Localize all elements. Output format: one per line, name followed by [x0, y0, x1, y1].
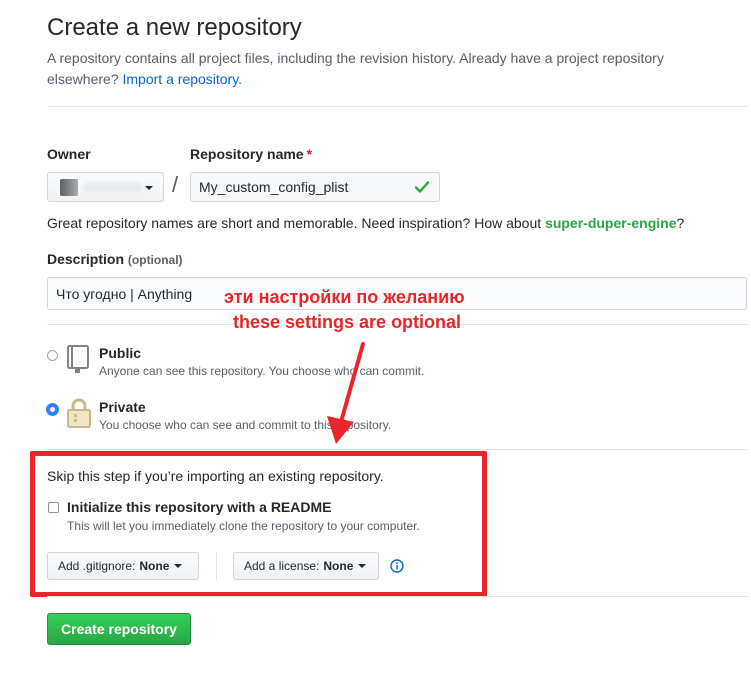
- public-radio[interactable]: [47, 350, 58, 361]
- repo-book-icon: [67, 345, 89, 373]
- hint-text: Great repository names are short and mem…: [47, 215, 542, 231]
- import-repository-link[interactable]: Import a repository.: [123, 71, 243, 87]
- repo-name-label-text: Repository name: [190, 146, 304, 162]
- owner-select[interactable]: [47, 172, 164, 202]
- required-mark: *: [306, 146, 313, 162]
- optional-settings-highlight: [30, 451, 487, 597]
- owner-name-redacted: [84, 183, 142, 192]
- divider: [47, 449, 747, 450]
- repository-name-input[interactable]: [190, 172, 440, 202]
- annotation-ru: эти настройки по желанию: [224, 287, 465, 307]
- optional-tag: (optional): [127, 253, 183, 267]
- check-icon: [414, 181, 430, 193]
- public-title: Public: [99, 345, 142, 361]
- annotation-en: these settings are optional: [233, 312, 462, 332]
- divider: [47, 106, 747, 107]
- annotation-arrow-icon: [327, 342, 365, 444]
- description-label-text: Description: [47, 251, 125, 267]
- name-suggestion-link[interactable]: super-duper-engine: [545, 215, 676, 231]
- private-title: Private: [99, 399, 146, 415]
- owner-repo-separator: /: [172, 172, 179, 197]
- hint-end: ?: [676, 215, 685, 231]
- description-label: Description (optional): [47, 251, 183, 267]
- page-title: Create a new repository: [47, 14, 302, 41]
- divider: [47, 596, 747, 597]
- owner-avatar: [60, 179, 78, 196]
- private-radio[interactable]: [46, 403, 59, 416]
- owner-label: Owner: [47, 146, 91, 162]
- lock-icon: [67, 398, 91, 428]
- repo-name-label: Repository name *: [190, 146, 312, 162]
- repo-name-hint: Great repository names are short and mem…: [47, 215, 684, 231]
- page-subtitle: A repository contains all project files,…: [47, 48, 727, 90]
- create-repository-button[interactable]: Create repository: [47, 613, 191, 645]
- chevron-down-icon: [145, 186, 153, 190]
